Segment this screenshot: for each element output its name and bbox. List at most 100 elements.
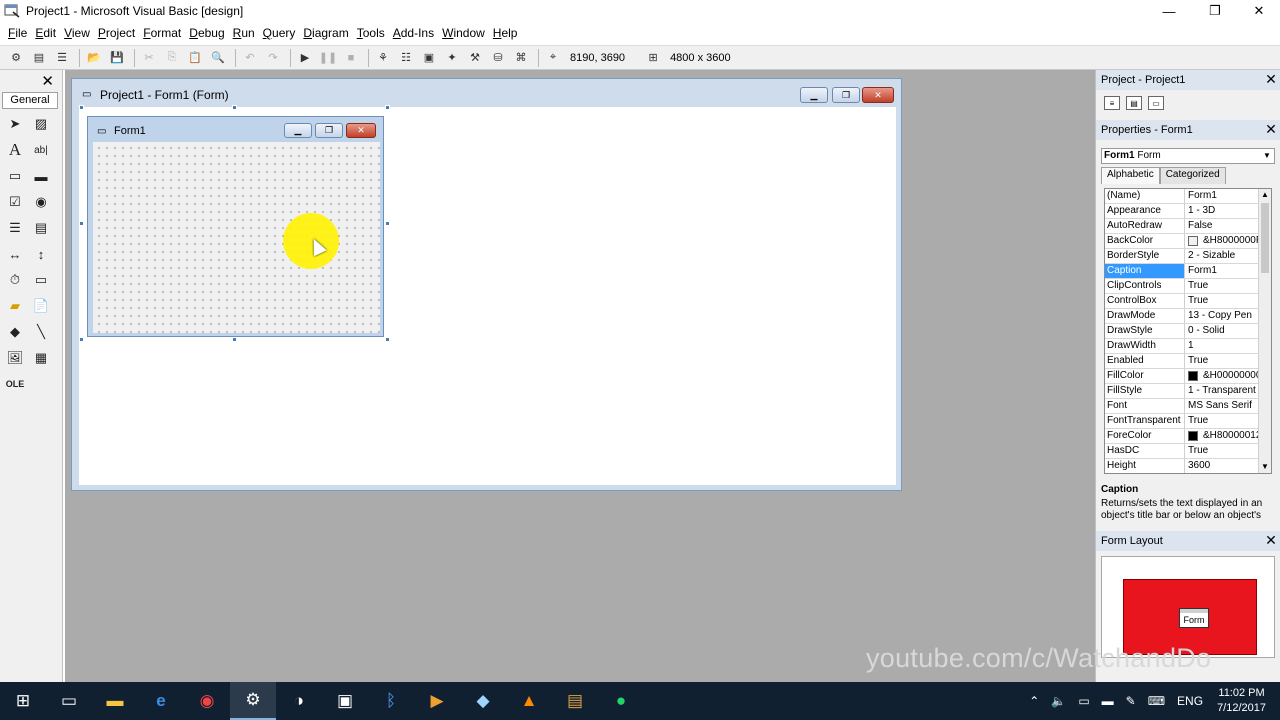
resize-handle[interactable]	[79, 221, 84, 226]
file-explorer-icon[interactable]: ▬	[92, 682, 138, 720]
listbox-tool-icon[interactable]: ▤	[31, 218, 51, 238]
app-icon[interactable]: ◑	[276, 682, 322, 720]
visual-basic-taskbar-icon[interactable]: ⚙	[230, 682, 276, 720]
property-row[interactable]: Height 3600	[1105, 459, 1271, 473]
toolbox-close-icon[interactable]: ✕	[41, 72, 54, 90]
edge-browser-icon[interactable]: e	[138, 682, 184, 720]
menu-edit[interactable]: Edit	[31, 26, 60, 40]
dirlistbox-tool-icon[interactable]: ▰	[5, 296, 25, 316]
optionbutton-tool-icon[interactable]: ◉	[31, 192, 51, 212]
image-tool-icon[interactable]: 🖼	[5, 348, 25, 368]
property-row[interactable]: ForeColor &H80000012	[1105, 429, 1271, 444]
component-manager-icon[interactable]: ⌘	[511, 49, 531, 67]
property-row[interactable]: ControlBox True	[1105, 294, 1271, 309]
menu-window[interactable]: Window	[438, 26, 489, 40]
picturebox-tool-icon[interactable]: ▨	[31, 114, 51, 134]
chevron-down-icon[interactable]: ▼	[1261, 150, 1273, 162]
find-icon[interactable]: 🔍	[208, 49, 228, 67]
properties-close-icon[interactable]: ✕	[1263, 121, 1279, 137]
commandbutton-tool-icon[interactable]: ▬	[31, 166, 51, 186]
resize-handle[interactable]	[232, 337, 237, 342]
start-windows-icon[interactable]: ⊞	[0, 682, 46, 720]
break-icon[interactable]: ❚❚	[318, 49, 338, 67]
form1-maximize-button[interactable]: ❐	[315, 123, 343, 138]
add-form-icon[interactable]: ▤	[29, 49, 49, 67]
data-view-icon[interactable]: ⛁	[488, 49, 508, 67]
save-project-icon[interactable]: 💾	[107, 49, 127, 67]
open-project-icon[interactable]: 📂	[84, 49, 104, 67]
property-row[interactable]: HasDC True	[1105, 444, 1271, 459]
data-tool-icon[interactable]: ▦	[31, 348, 51, 368]
view-code-icon[interactable]: ≡	[1104, 96, 1120, 110]
resize-handle[interactable]	[79, 337, 84, 342]
designer-close-button[interactable]: ✕	[862, 87, 894, 103]
toolbox-general-tab[interactable]: General	[2, 92, 58, 109]
menu-tools[interactable]: Tools	[353, 26, 389, 40]
media-player-icon[interactable]: ▶	[414, 682, 460, 720]
scrollbar-thumb[interactable]	[1261, 203, 1269, 273]
object-selector-dropdown[interactable]: Form1 Form ▼	[1101, 148, 1275, 164]
checkbox-tool-icon[interactable]: ☑	[5, 192, 25, 212]
form-layout-close-icon[interactable]: ✕	[1263, 532, 1279, 548]
bluetooth-icon[interactable]: ᛒ	[368, 682, 414, 720]
project-explorer-icon[interactable]: ⚘	[373, 49, 393, 67]
resize-handle[interactable]	[385, 221, 390, 226]
resize-handle[interactable]	[385, 105, 390, 110]
filelistbox-tool-icon[interactable]: 📄	[31, 296, 51, 316]
form1-close-button[interactable]: ✕	[346, 123, 376, 138]
chevron-up-icon[interactable]: ⌃	[1029, 694, 1039, 708]
end-icon[interactable]: ■	[341, 49, 361, 67]
view-object-icon[interactable]: ▤	[1126, 96, 1142, 110]
textbox-tool-icon[interactable]: ab|	[31, 140, 51, 160]
resize-handle[interactable]	[79, 105, 84, 110]
property-row[interactable]: DrawStyle 0 - Solid	[1105, 324, 1271, 339]
property-row[interactable]: FillColor &H00000000	[1105, 369, 1271, 384]
property-row[interactable]: Appearance 1 - 3D	[1105, 204, 1271, 219]
vscrollbar-tool-icon[interactable]: ↕	[31, 244, 51, 264]
notes-icon[interactable]: ✎	[1126, 694, 1136, 708]
form-layout-icon[interactable]: ▣	[419, 49, 439, 67]
keyboard-icon[interactable]: ⌨	[1148, 694, 1165, 708]
property-row[interactable]: Caption Form1	[1105, 264, 1271, 279]
menu-query[interactable]: Query	[259, 26, 300, 40]
properties-window-icon[interactable]: ☷	[396, 49, 416, 67]
label-tool-icon[interactable]: A	[5, 140, 25, 160]
timer-tool-icon[interactable]: ⏱	[5, 270, 25, 290]
property-row[interactable]: FontTransparent True	[1105, 414, 1271, 429]
cut-icon[interactable]: ✂	[139, 49, 159, 67]
properties-grid[interactable]: (Name) Form1 Appearance 1 - 3D AutoRedraw Fal…	[1104, 188, 1272, 474]
property-row[interactable]: FillStyle 1 - Transparent	[1105, 384, 1271, 399]
designer-minimize-button[interactable]: ▁	[800, 87, 828, 103]
menu-project[interactable]: Project	[94, 26, 139, 40]
start-icon[interactable]: ▶	[295, 49, 315, 67]
menu-add-ins[interactable]: Add-Ins	[389, 26, 438, 40]
redo-icon[interactable]: ↷	[263, 49, 283, 67]
menu-diagram[interactable]: Diagram	[299, 26, 352, 40]
form1-minimize-button[interactable]: ▁	[284, 123, 312, 138]
minimize-button[interactable]: —	[1146, 0, 1192, 22]
line-tool-icon[interactable]: ╲	[31, 322, 51, 342]
scroll-down-icon[interactable]: ▼	[1259, 461, 1271, 473]
menu-debug[interactable]: Debug	[185, 26, 228, 40]
battery-icon[interactable]: ▬	[1102, 694, 1114, 708]
clock[interactable]: 11:02 PM 7/12/2017	[1217, 686, 1266, 716]
add-project-icon[interactable]: ⚙	[6, 49, 26, 67]
menu-editor-icon[interactable]: ☰	[52, 49, 72, 67]
language-indicator[interactable]: ENG	[1177, 694, 1203, 708]
toggle-folders-icon[interactable]: ▭	[1148, 96, 1164, 110]
network-icon[interactable]: ▭	[1078, 694, 1089, 708]
tab-alphabetic[interactable]: Alphabetic	[1101, 167, 1160, 184]
tab-categorized[interactable]: Categorized	[1159, 167, 1226, 184]
menu-view[interactable]: View	[60, 26, 94, 40]
app-icon[interactable]: ▣	[322, 682, 368, 720]
property-row[interactable]: AutoRedraw False	[1105, 219, 1271, 234]
resize-handle[interactable]	[232, 105, 237, 110]
frame-tool-icon[interactable]: ▭	[5, 166, 25, 186]
property-row[interactable]: DrawMode 13 - Copy Pen	[1105, 309, 1271, 324]
paste-icon[interactable]: 📋	[185, 49, 205, 67]
scroll-up-icon[interactable]: ▲	[1259, 189, 1271, 201]
properties-scrollbar[interactable]: ▲ ▼	[1258, 189, 1271, 473]
property-row[interactable]: Enabled True	[1105, 354, 1271, 369]
app-icon[interactable]: ▤	[552, 682, 598, 720]
chrome-browser-icon[interactable]: ◉	[184, 682, 230, 720]
